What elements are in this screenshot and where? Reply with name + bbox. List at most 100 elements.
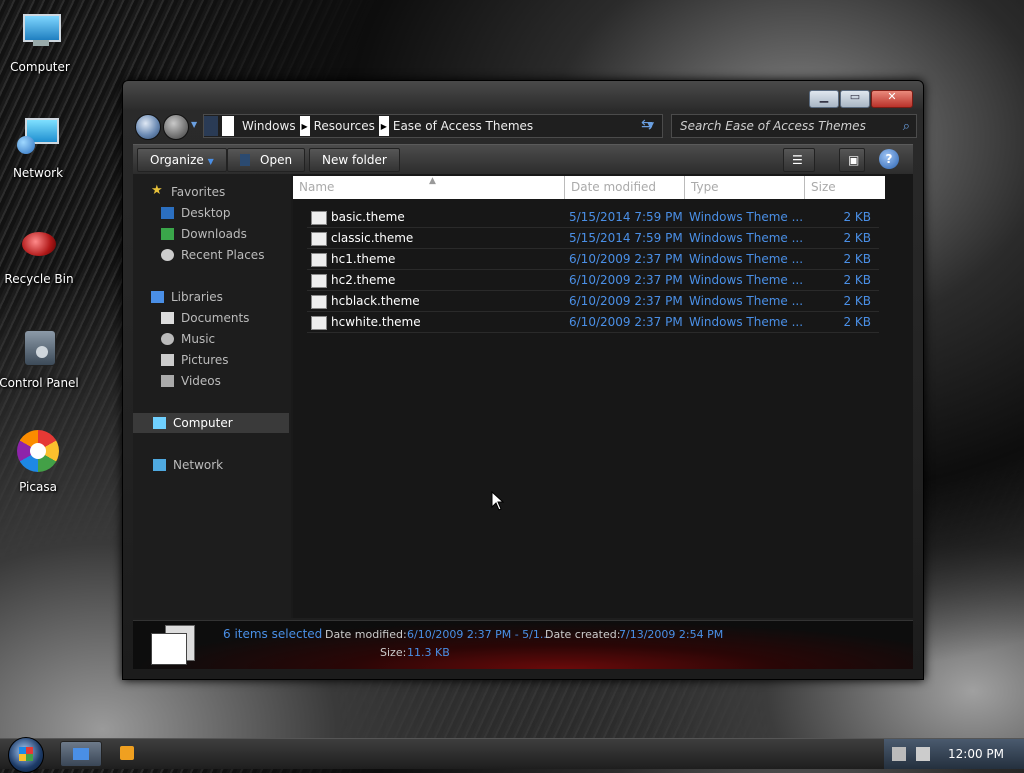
star-icon: ★: [151, 183, 163, 198]
back-button[interactable]: [135, 114, 161, 140]
nav-music-label: Music: [181, 332, 216, 346]
theme-file-icon: [311, 253, 327, 267]
views-icon: ☰: [792, 153, 803, 167]
taskbar-explorer-button[interactable]: [60, 741, 102, 767]
file-size: 2 KB: [843, 315, 871, 329]
close-button[interactable]: ✕: [871, 90, 913, 108]
music-icon: [161, 333, 174, 345]
open-file-icon: [240, 154, 250, 166]
explorer-icon: [73, 748, 89, 760]
file-row[interactable]: hc1.theme 6/10/2009 2:37 PM Windows Them…: [307, 249, 879, 270]
theme-file-icon: [311, 211, 327, 225]
open-button[interactable]: Open: [227, 148, 306, 172]
control-panel-icon: [16, 326, 62, 372]
file-size: 2 KB: [843, 273, 871, 287]
new-folder-label: New folder: [322, 153, 387, 167]
search-input[interactable]: [672, 118, 903, 134]
videos-icon: [161, 375, 174, 387]
file-row[interactable]: basic.theme 5/15/2014 7:59 PM Windows Th…: [307, 207, 879, 228]
desktop-icon-control-panel[interactable]: Control Panel: [0, 326, 79, 390]
file-size: 2 KB: [843, 252, 871, 266]
column-name[interactable]: Name ▲: [293, 176, 565, 199]
nav-music[interactable]: Music: [133, 329, 289, 349]
clock[interactable]: 12:00 PM: [948, 747, 1004, 761]
breadcrumb-resources[interactable]: Resources: [310, 119, 379, 133]
organize-label: Organize: [150, 153, 204, 167]
search-icon[interactable]: ⌕: [903, 119, 916, 134]
nav-pictures[interactable]: Pictures: [133, 350, 289, 370]
new-folder-button[interactable]: New folder: [309, 148, 400, 172]
minimize-button[interactable]: ▁: [809, 90, 839, 108]
file-date: 6/10/2009 2:37 PM: [569, 252, 683, 266]
desktop-icon-network[interactable]: Network: [0, 116, 78, 180]
open-label: Open: [260, 153, 293, 167]
file-size: 2 KB: [843, 231, 871, 245]
nav-downloads[interactable]: Downloads: [133, 224, 289, 244]
nav-desktop[interactable]: Desktop: [133, 203, 289, 223]
desktop-icon-label: Picasa: [19, 480, 57, 494]
file-row[interactable]: hcblack.theme 6/10/2009 2:37 PM Windows …: [307, 291, 879, 312]
breadcrumb-windows[interactable]: Windows: [238, 119, 300, 133]
media-player-icon[interactable]: [120, 746, 134, 760]
theme-file-icon: [311, 295, 327, 309]
address-bar[interactable]: Windows ▶ Resources ▶ Ease of Access The…: [203, 114, 663, 138]
help-icon[interactable]: ?: [879, 149, 899, 169]
windows-logo-icon: [19, 747, 33, 761]
address-row: ▼ Windows ▶ Resources ▶ Ease of Access T…: [133, 112, 917, 140]
file-type: Windows Theme ...: [689, 210, 804, 224]
desktop-icon-computer[interactable]: Computer: [0, 10, 80, 74]
breadcrumb-arrow-icon[interactable]: ▶: [299, 116, 310, 136]
nav-favorites[interactable]: ★ Favorites: [133, 182, 289, 202]
organize-dropdown-icon: ▼: [207, 157, 214, 166]
sort-ascending-icon: ▲: [429, 176, 436, 186]
volume-muted-icon[interactable]: [916, 747, 930, 761]
column-date-modified[interactable]: Date modified: [565, 176, 685, 199]
network-status-icon[interactable]: [892, 747, 906, 761]
file-date: 5/15/2014 7:59 PM: [569, 210, 683, 224]
maximize-icon: ▭: [849, 90, 861, 103]
forward-button[interactable]: [163, 114, 189, 140]
nav-network[interactable]: Network: [133, 455, 289, 475]
column-type[interactable]: Type: [685, 176, 805, 199]
nav-documents[interactable]: Documents: [133, 308, 289, 328]
recent-pages-chevron-icon[interactable]: ▼: [191, 120, 197, 129]
views-button[interactable]: ☰: [783, 148, 815, 172]
desktop-icon-recycle-bin[interactable]: Recycle Bin: [0, 222, 79, 286]
date-modified-label: Date modified:: [325, 628, 407, 641]
file-row[interactable]: classic.theme 5/15/2014 7:59 PM Windows …: [307, 228, 879, 249]
file-type: Windows Theme ...: [689, 294, 804, 308]
desktop-icon-picasa[interactable]: Picasa: [0, 430, 78, 494]
organize-button[interactable]: Organize ▼: [137, 148, 227, 172]
file-name: hc1.theme: [331, 252, 396, 266]
nav-computer-label: Computer: [173, 416, 233, 430]
nav-recent-places[interactable]: Recent Places: [133, 245, 289, 265]
file-type: Windows Theme ...: [689, 231, 804, 245]
column-size[interactable]: Size: [805, 176, 885, 199]
search-box: ⌕: [671, 114, 917, 138]
details-pane: 6 items selected Date modified: 6/10/200…: [133, 620, 913, 669]
picasa-icon: [15, 430, 61, 476]
folder-icon: [204, 116, 218, 136]
nav-libraries[interactable]: Libraries: [133, 287, 289, 307]
nav-documents-label: Documents: [181, 311, 250, 325]
desktop-icon-label: Network: [12, 166, 64, 180]
size-value: 11.3 KB: [407, 646, 450, 659]
refresh-icon[interactable]: ⇆: [641, 117, 653, 133]
preview-pane-button[interactable]: ▣: [839, 148, 865, 172]
nav-computer[interactable]: Computer: [133, 413, 289, 433]
nav-videos[interactable]: Videos: [133, 371, 289, 391]
breadcrumb-arrow-icon[interactable]: ▶: [378, 116, 389, 136]
close-icon: ✕: [887, 90, 897, 103]
recycle-bin-icon: [16, 222, 62, 268]
breadcrumb-ease-of-access-themes[interactable]: Ease of Access Themes: [389, 119, 537, 133]
file-size: 2 KB: [843, 210, 871, 224]
desktop-icon-label: Recycle Bin: [4, 272, 74, 286]
theme-file-icon: [311, 274, 327, 288]
file-row[interactable]: hc2.theme 6/10/2009 2:37 PM Windows Them…: [307, 270, 879, 291]
file-row[interactable]: hcwhite.theme 6/10/2009 2:37 PM Windows …: [307, 312, 879, 333]
nav-network-label: Network: [173, 458, 224, 472]
maximize-button[interactable]: ▭: [840, 90, 870, 108]
file-date: 6/10/2009 2:37 PM: [569, 315, 683, 329]
file-name: hc2.theme: [331, 273, 396, 287]
nav-desktop-label: Desktop: [181, 206, 231, 220]
